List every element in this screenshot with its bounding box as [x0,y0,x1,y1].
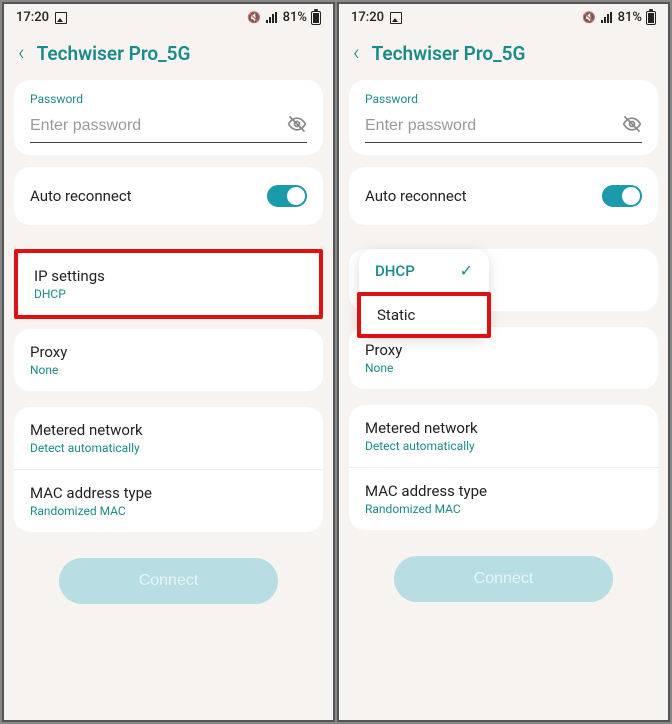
battery-percent: 81% [618,10,642,25]
signal-icon [265,12,279,24]
status-time: 17:20 [16,10,49,25]
mac-title: MAC address type [365,482,642,500]
connect-wrap: Connect [339,536,668,622]
password-label: Password [365,92,642,106]
phone-screen-left: 17:20 81% ‹ Techwiser Pro_5G Password Au… [2,2,335,722]
auto-reconnect-label: Auto reconnect [365,187,467,205]
dropdown-static-highlight: Static [357,292,491,338]
password-label: Password [30,92,307,106]
password-input[interactable] [365,117,622,135]
dropdown-item-static[interactable]: Static [361,296,487,334]
check-icon: ✓ [460,261,473,280]
ip-settings-block: DHCP ✓ Static [349,249,658,311]
proxy-value: None [365,361,642,375]
proxy-row[interactable]: Proxy None [14,329,323,391]
password-input[interactable] [30,117,287,135]
metered-value: Detect automatically [30,441,307,455]
back-icon[interactable]: ‹ [353,41,360,66]
proxy-title: Proxy [365,341,642,359]
page-title: Techwiser Pro_5G [372,42,526,65]
visibility-off-icon[interactable] [287,114,307,138]
password-card: Password [14,80,323,155]
auto-reconnect-row: Auto reconnect [349,167,658,225]
ip-settings-dropdown: DHCP ✓ Static [359,249,489,336]
dropdown-dhcp-label: DHCP [375,262,415,280]
metered-title: Metered network [30,421,307,439]
battery-icon [646,11,656,25]
ip-settings-highlight: IP settings DHCP [14,249,323,319]
network-block: Metered network Detect automatically MAC… [14,407,323,532]
battery-icon [311,11,321,25]
metered-row[interactable]: Metered network Detect automatically [349,405,658,467]
signal-icon [600,12,614,24]
connect-button[interactable]: Connect [59,558,279,604]
ip-settings-row[interactable]: IP settings DHCP [18,253,319,315]
dropdown-item-dhcp[interactable]: DHCP ✓ [359,249,489,292]
metered-title: Metered network [365,419,642,437]
phone-screen-right: 17:20 81% ‹ Techwiser Pro_5G Password Au… [337,2,670,722]
visibility-off-icon[interactable] [622,114,642,138]
page-title: Techwiser Pro_5G [37,42,191,65]
dropdown-static-label: Static [377,306,415,324]
picture-icon [390,12,402,24]
status-time: 17:20 [351,10,384,25]
header: ‹ Techwiser Pro_5G [4,27,333,76]
mac-value: Randomized MAC [30,504,307,518]
proxy-value: None [30,363,307,377]
header: ‹ Techwiser Pro_5G [339,27,668,76]
connect-wrap: Connect [4,538,333,624]
ip-settings-title: IP settings [34,267,303,285]
picture-icon [55,12,67,24]
metered-value: Detect automatically [365,439,642,453]
status-bar: 17:20 81% [4,4,333,27]
mac-value: Randomized MAC [365,502,642,516]
auto-reconnect-label: Auto reconnect [30,187,132,205]
back-icon[interactable]: ‹ [18,41,25,66]
network-block: Metered network Detect automatically MAC… [349,405,658,530]
mute-icon [247,10,261,25]
auto-reconnect-toggle[interactable] [267,185,307,207]
password-card: Password [349,80,658,155]
connect-button[interactable]: Connect [394,556,614,602]
metered-row[interactable]: Metered network Detect automatically [14,407,323,469]
ip-settings-value: DHCP [34,287,303,301]
auto-reconnect-row: Auto reconnect [14,167,323,225]
mac-title: MAC address type [30,484,307,502]
auto-reconnect-toggle[interactable] [602,185,642,207]
status-bar: 17:20 81% [339,4,668,27]
battery-percent: 81% [283,10,307,25]
proxy-title: Proxy [30,343,307,361]
mac-row[interactable]: MAC address type Randomized MAC [14,469,323,532]
mac-row[interactable]: MAC address type Randomized MAC [349,467,658,530]
mute-icon [582,10,596,25]
proxy-block: Proxy None [14,329,323,391]
